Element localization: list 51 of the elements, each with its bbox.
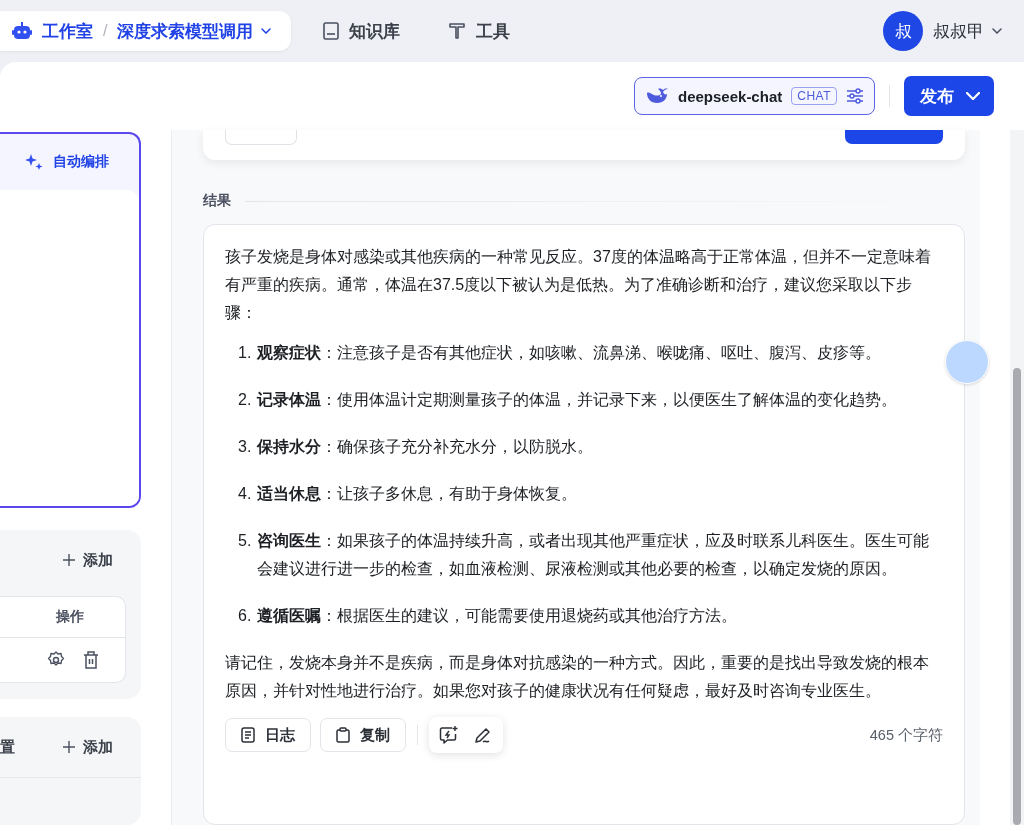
step-number: 3.	[238, 437, 252, 457]
publish-button[interactable]: 发布	[904, 76, 994, 116]
chevron-down-icon	[261, 28, 272, 34]
step-number: 1.	[238, 343, 252, 363]
add-button[interactable]: 添加	[63, 550, 113, 570]
model-name: deepseek-chat	[678, 87, 783, 105]
column-header: 操作	[55, 608, 84, 626]
result-label: 结果	[203, 192, 231, 210]
scrollbar-thumb[interactable]	[1013, 368, 1021, 825]
sparkle-icon	[25, 153, 43, 171]
step-text: 保持水分：确保孩子充分补充水分，以防脱水。	[257, 437, 594, 457]
step-text: 适当休息：让孩子多休息，有助于身体恢复。	[257, 484, 578, 504]
robot-icon	[12, 22, 32, 40]
clipboard-icon	[336, 727, 350, 743]
delete-icon[interactable]	[83, 651, 99, 669]
auto-arrange-button[interactable]: 自动编排	[0, 134, 139, 190]
step-number: 2.	[238, 390, 252, 410]
section-title: 置	[0, 737, 15, 757]
nav-link[interactable]: 知识库	[323, 19, 401, 43]
user-avatar[interactable]: 叔	[883, 11, 923, 51]
model-selector[interactable]: deepseek-chat CHAT	[634, 77, 875, 115]
hammer-icon	[448, 22, 467, 40]
step-text: 记录体温：使用体温计定期测量孩子的体温，并记录下来，以便医生了解体温的变化趋势。	[257, 390, 898, 410]
add-button[interactable]: 添加	[63, 737, 113, 757]
result-paragraph: 请记住，发烧本身并不是疾病，而是身体对抗感染的一种方式。因此，重要的是找出导致发烧的根本原因，并针对性地进行治疗。如果您对孩子的健康状况有任何疑虑，最好及时咨询专业医生。	[225, 653, 930, 701]
result-paragraph: 孩子发烧是身体对感染或其他疾病的一种常见反应。37度的体温略高于正常体温，但并不一定意味着有严重的疾病。通常，体温在37.5度以下被认为是低热。为了准确诊断和治疗，建议您采取以下步骤：	[225, 247, 932, 323]
sliders-icon[interactable]	[846, 88, 864, 104]
document-icon	[241, 727, 255, 743]
step-number: 5.	[238, 531, 252, 551]
pen-icon[interactable]	[473, 725, 493, 745]
step-text: 观察症状：注意孩子是否有其他症状，如咳嗽、流鼻涕、喉咙痛、呕吐、腹泻、皮疹等。	[257, 343, 882, 363]
step-number: 6.	[238, 606, 252, 626]
user-menu[interactable]: 叔叔甲	[933, 19, 1002, 43]
action-button[interactable]: 日志	[225, 718, 311, 752]
chevron-down-icon	[966, 92, 980, 100]
step-text: 遵循医嘱：根据医生的建议，可能需要使用退烧药或其他治疗方法。	[257, 606, 738, 626]
breadcrumb-separator: /	[103, 22, 108, 40]
nav-link[interactable]: 工具	[448, 19, 511, 43]
action-button[interactable]: 复制	[320, 718, 406, 752]
breadcrumb-root[interactable]: 工作室	[42, 19, 93, 43]
whale-icon	[645, 87, 669, 105]
character-count: 465 个字符	[869, 726, 943, 745]
plus-icon	[63, 554, 75, 566]
book-icon	[323, 22, 340, 40]
project-selector[interactable]: 深度求索模型调用	[117, 19, 272, 43]
plus-icon	[63, 741, 75, 753]
chevron-down-icon	[992, 28, 1002, 34]
step-text: 咨询医生：如果孩子的体温持续升高，或者出现其他严重症状，应及时联系儿科医生。医生可能会建议进行进一步的检查，如血液检测、尿液检测或其他必要的检查，以确定发烧的原因。	[257, 531, 931, 579]
model-tag: CHAT	[791, 87, 837, 105]
chat-sparkle-icon[interactable]	[439, 725, 459, 745]
step-number: 4.	[238, 484, 252, 504]
